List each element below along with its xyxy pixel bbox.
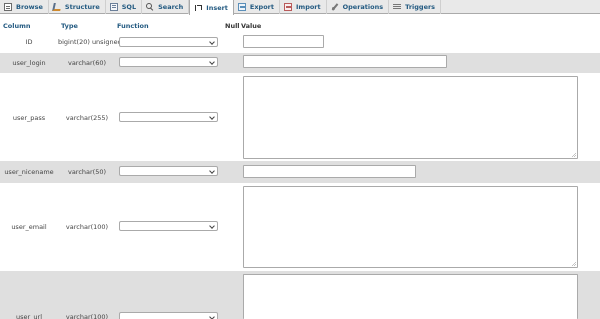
tab-label: SQL <box>121 3 137 11</box>
value-header: Value <box>241 22 262 30</box>
tab-label: Import <box>296 3 321 11</box>
function-header: Function <box>117 22 149 30</box>
function-select[interactable] <box>119 37 218 47</box>
value-textarea[interactable] <box>243 76 578 159</box>
column-type: varchar(50) <box>67 168 107 176</box>
tab-search[interactable]: Search <box>142 0 190 14</box>
resize-handle[interactable] <box>572 262 576 266</box>
value-input[interactable] <box>243 165 416 178</box>
column-type: varchar(100) <box>65 313 109 319</box>
tab-label: Operations <box>342 3 384 11</box>
column-name: user_nicename <box>4 168 54 176</box>
tab-browse[interactable]: Browse <box>0 0 49 14</box>
column-name: user_pass <box>12 114 46 122</box>
column-name: ID <box>25 38 33 46</box>
tab-structure[interactable]: Structure <box>49 0 106 14</box>
value-textarea[interactable] <box>243 186 578 268</box>
value-input[interactable] <box>243 35 324 48</box>
import-icon <box>284 3 292 11</box>
tab-import[interactable]: Import <box>280 0 327 14</box>
table-row: user_pass varchar(255) <box>0 73 600 161</box>
search-icon <box>146 3 154 11</box>
structure-icon <box>53 3 61 11</box>
sql-icon <box>109 3 118 11</box>
function-select[interactable] <box>119 166 218 176</box>
table-row: user_email varchar(100) <box>0 183 600 271</box>
tab-triggers[interactable]: Triggers <box>389 0 442 14</box>
tab-label: Browse <box>16 3 43 11</box>
table-row: user_nicename varchar(50) <box>0 161 600 183</box>
value-textarea[interactable] <box>243 274 578 319</box>
column-name: user_url <box>15 313 43 319</box>
browse-icon <box>4 3 12 11</box>
tab-sql[interactable]: SQL <box>106 0 143 14</box>
insert-icon <box>194 4 203 12</box>
function-select[interactable] <box>119 312 218 319</box>
tab-label: Insert <box>206 3 228 12</box>
column-type: varchar(255) <box>65 114 109 122</box>
tab-operations[interactable]: Operations <box>327 0 390 14</box>
table-row: user_login varchar(60) <box>0 53 600 73</box>
tab-label: Structure <box>64 3 100 11</box>
tab-bar: Browse Structure SQL Search Insert Expor… <box>0 0 600 15</box>
column-name: user_email <box>11 223 47 231</box>
tab-label: Search <box>158 3 184 11</box>
tab-export[interactable]: Export <box>234 0 280 14</box>
operations-icon <box>331 3 339 11</box>
null-header: Null <box>225 22 240 30</box>
tab-insert[interactable]: Insert <box>189 0 234 15</box>
tab-label: Export <box>249 3 274 11</box>
resize-handle[interactable] <box>572 153 576 157</box>
value-input[interactable] <box>243 55 447 68</box>
function-select[interactable] <box>119 112 218 122</box>
table-row: user_url varchar(100) <box>0 271 600 319</box>
triggers-icon <box>393 3 402 11</box>
function-select[interactable] <box>119 221 218 231</box>
type-header: Type <box>61 22 78 30</box>
column-type: varchar(100) <box>65 223 109 231</box>
column-header: Column <box>3 22 31 30</box>
column-type: varchar(60) <box>67 59 107 67</box>
column-type: bigint(20) unsigned <box>58 38 122 46</box>
insert-table-header: Column Type Function Null Value <box>0 20 600 31</box>
export-icon <box>237 3 246 11</box>
column-name: user_login <box>12 59 46 67</box>
tab-label: Triggers <box>405 3 436 11</box>
function-select[interactable] <box>119 57 218 67</box>
table-row: ID bigint(20) unsigned <box>0 31 600 53</box>
